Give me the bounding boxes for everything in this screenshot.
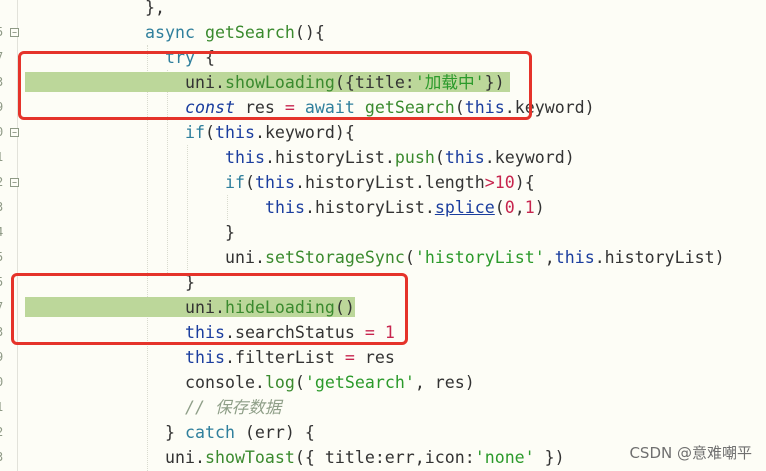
code-line: uni.showToast({ title:err,icon:'none' }) <box>165 448 565 467</box>
line-number: 3 <box>0 195 6 220</box>
code-line: }, <box>145 0 165 17</box>
code-line: } catch (err) { <box>165 423 315 442</box>
line-number: 7 <box>0 295 6 320</box>
code-line: } <box>225 223 235 242</box>
line-number: 4 <box>0 220 6 245</box>
fold-toggle-icon[interactable]: − <box>10 28 19 37</box>
annotation-box-show-loading <box>18 51 532 120</box>
code-comment: // 保存数据 <box>185 398 282 417</box>
annotation-box-hide-loading <box>11 273 408 345</box>
code-line: uni.setStorageSync('historyList',this.hi… <box>225 248 725 267</box>
indent-guide <box>187 145 188 270</box>
fold-toggle-icon[interactable]: − <box>10 178 19 187</box>
fold-toggle-icon[interactable]: − <box>10 128 19 137</box>
line-number: 1 <box>0 145 6 170</box>
code-line: this.filterList = res <box>185 348 395 367</box>
indent-guide <box>227 195 228 220</box>
line-number: 5 <box>0 245 6 270</box>
code-line: if(this.keyword){ <box>185 123 355 142</box>
line-number: 5 <box>0 20 6 45</box>
line-number: 0 <box>0 120 6 145</box>
line-number: 7 <box>0 45 6 70</box>
line-number: 3 <box>0 70 6 95</box>
code-line: async getSearch(){ <box>145 23 325 42</box>
code-line: if(this.historyList.length>10){ <box>225 173 535 192</box>
line-number: 9 <box>0 95 6 120</box>
code-line: console.log('getSearch', res) <box>185 373 475 392</box>
code-line: this.historyList.push(this.keyword) <box>225 148 575 167</box>
line-number: 1 <box>0 395 6 420</box>
line-number: 3 <box>0 320 6 345</box>
code-line: this.historyList.splice(0,1) <box>265 198 545 217</box>
watermark: CSDN @意难嘲平 <box>629 444 752 462</box>
line-number: 3 <box>0 445 6 470</box>
line-number: 5 <box>0 270 6 295</box>
line-number: 2 <box>0 420 6 445</box>
line-number: 2 <box>0 170 6 195</box>
line-number: 9 <box>0 345 6 370</box>
line-number: 0 <box>0 370 6 395</box>
